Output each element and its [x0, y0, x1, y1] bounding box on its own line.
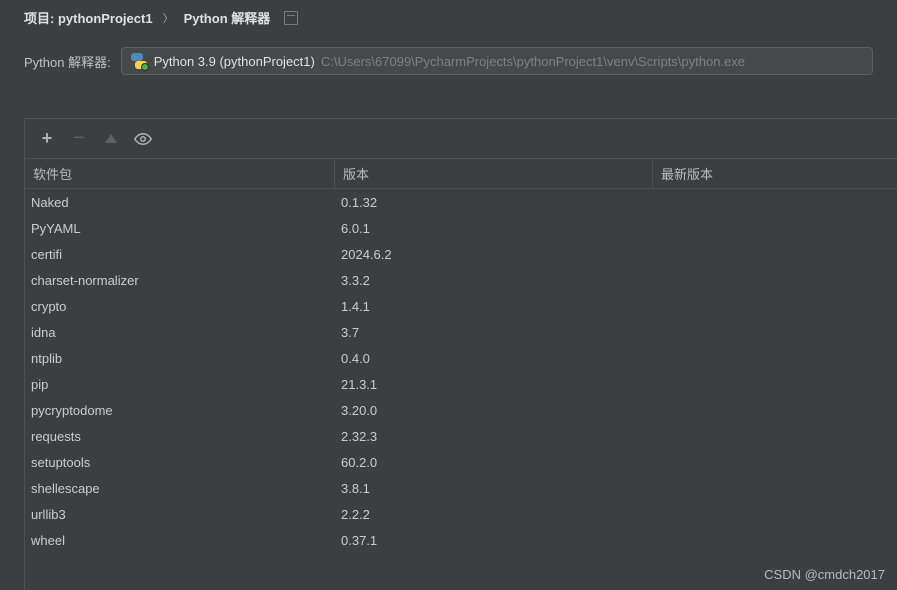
- package-version: 2.32.3: [335, 429, 653, 444]
- interpreter-row: Python 解释器: Python 3.9 (pythonProject1) …: [0, 35, 897, 91]
- package-name: shellescape: [25, 481, 335, 496]
- packages-table-header: 软件包 版本 最新版本: [25, 159, 897, 189]
- package-name: wheel: [25, 533, 335, 548]
- package-name: urllib3: [25, 507, 335, 522]
- add-package-button[interactable]: +: [33, 125, 61, 153]
- breadcrumb: 项目: pythonProject1 〉 Python 解释器: [0, 0, 897, 35]
- package-name: ntplib: [25, 351, 335, 366]
- table-row[interactable]: pip21.3.1: [25, 371, 897, 397]
- column-header-version[interactable]: 版本: [335, 159, 653, 188]
- package-version: 2.2.2: [335, 507, 653, 522]
- remove-package-button[interactable]: −: [65, 125, 93, 153]
- packages-table-body: Naked0.1.32PyYAML6.0.1certifi2024.6.2cha…: [25, 189, 897, 553]
- table-row[interactable]: wheel0.37.1: [25, 527, 897, 553]
- eye-icon: [134, 130, 152, 148]
- packages-toolbar: + −: [25, 119, 897, 159]
- table-row[interactable]: charset-normalizer3.3.2: [25, 267, 897, 293]
- watermark: CSDN @cmdch2017: [764, 567, 885, 582]
- interpreter-dropdown[interactable]: Python 3.9 (pythonProject1) C:\Users\670…: [121, 47, 873, 75]
- column-header-package[interactable]: 软件包: [25, 159, 335, 188]
- package-version: 2024.6.2: [335, 247, 653, 262]
- table-row[interactable]: certifi2024.6.2: [25, 241, 897, 267]
- package-version: 60.2.0: [335, 455, 653, 470]
- interpreter-path: C:\Users\67099\PycharmProjects\pythonPro…: [321, 54, 745, 69]
- package-name: certifi: [25, 247, 335, 262]
- package-name: PyYAML: [25, 221, 335, 236]
- package-version: 3.20.0: [335, 403, 653, 418]
- package-name: crypto: [25, 299, 335, 314]
- show-early-releases-button[interactable]: [129, 125, 157, 153]
- chevron-right-icon: 〉: [159, 10, 178, 26]
- packages-panel: + − 软件包 版本 最新版本 Naked0.1.32PyYAML6.0.1ce…: [24, 118, 897, 590]
- package-version: 6.0.1: [335, 221, 653, 236]
- column-header-latest[interactable]: 最新版本: [653, 159, 897, 188]
- triangle-up-icon: [105, 134, 117, 143]
- table-row[interactable]: crypto1.4.1: [25, 293, 897, 319]
- table-row[interactable]: ntplib0.4.0: [25, 345, 897, 371]
- package-name: setuptools: [25, 455, 335, 470]
- table-row[interactable]: setuptools60.2.0: [25, 449, 897, 475]
- table-row[interactable]: idna3.7: [25, 319, 897, 345]
- package-name: pip: [25, 377, 335, 392]
- package-name: requests: [25, 429, 335, 444]
- package-version: 3.3.2: [335, 273, 653, 288]
- upgrade-package-button[interactable]: [97, 125, 125, 153]
- table-row[interactable]: Naked0.1.32: [25, 189, 897, 215]
- package-name: Naked: [25, 195, 335, 210]
- breadcrumb-project[interactable]: 项目: pythonProject1: [24, 8, 153, 27]
- package-version: 3.8.1: [335, 481, 653, 496]
- table-row[interactable]: pycryptodome3.20.0: [25, 397, 897, 423]
- package-version: 0.1.32: [335, 195, 653, 210]
- python-icon: [130, 52, 148, 70]
- table-row[interactable]: shellescape3.8.1: [25, 475, 897, 501]
- package-version: 0.4.0: [335, 351, 653, 366]
- interpreter-label: Python 解释器:: [24, 52, 111, 71]
- interpreter-name: Python 3.9 (pythonProject1): [154, 54, 315, 69]
- package-version: 21.3.1: [335, 377, 653, 392]
- collapse-icon[interactable]: [284, 11, 298, 25]
- package-name: charset-normalizer: [25, 273, 335, 288]
- package-name: idna: [25, 325, 335, 340]
- table-row[interactable]: urllib32.2.2: [25, 501, 897, 527]
- table-row[interactable]: requests2.32.3: [25, 423, 897, 449]
- package-version: 1.4.1: [335, 299, 653, 314]
- package-name: pycryptodome: [25, 403, 335, 418]
- minus-icon: −: [73, 127, 85, 150]
- package-version: 0.37.1: [335, 533, 653, 548]
- plus-icon: +: [42, 128, 53, 149]
- breadcrumb-current: Python 解释器: [184, 8, 271, 27]
- table-row[interactable]: PyYAML6.0.1: [25, 215, 897, 241]
- package-version: 3.7: [335, 325, 653, 340]
